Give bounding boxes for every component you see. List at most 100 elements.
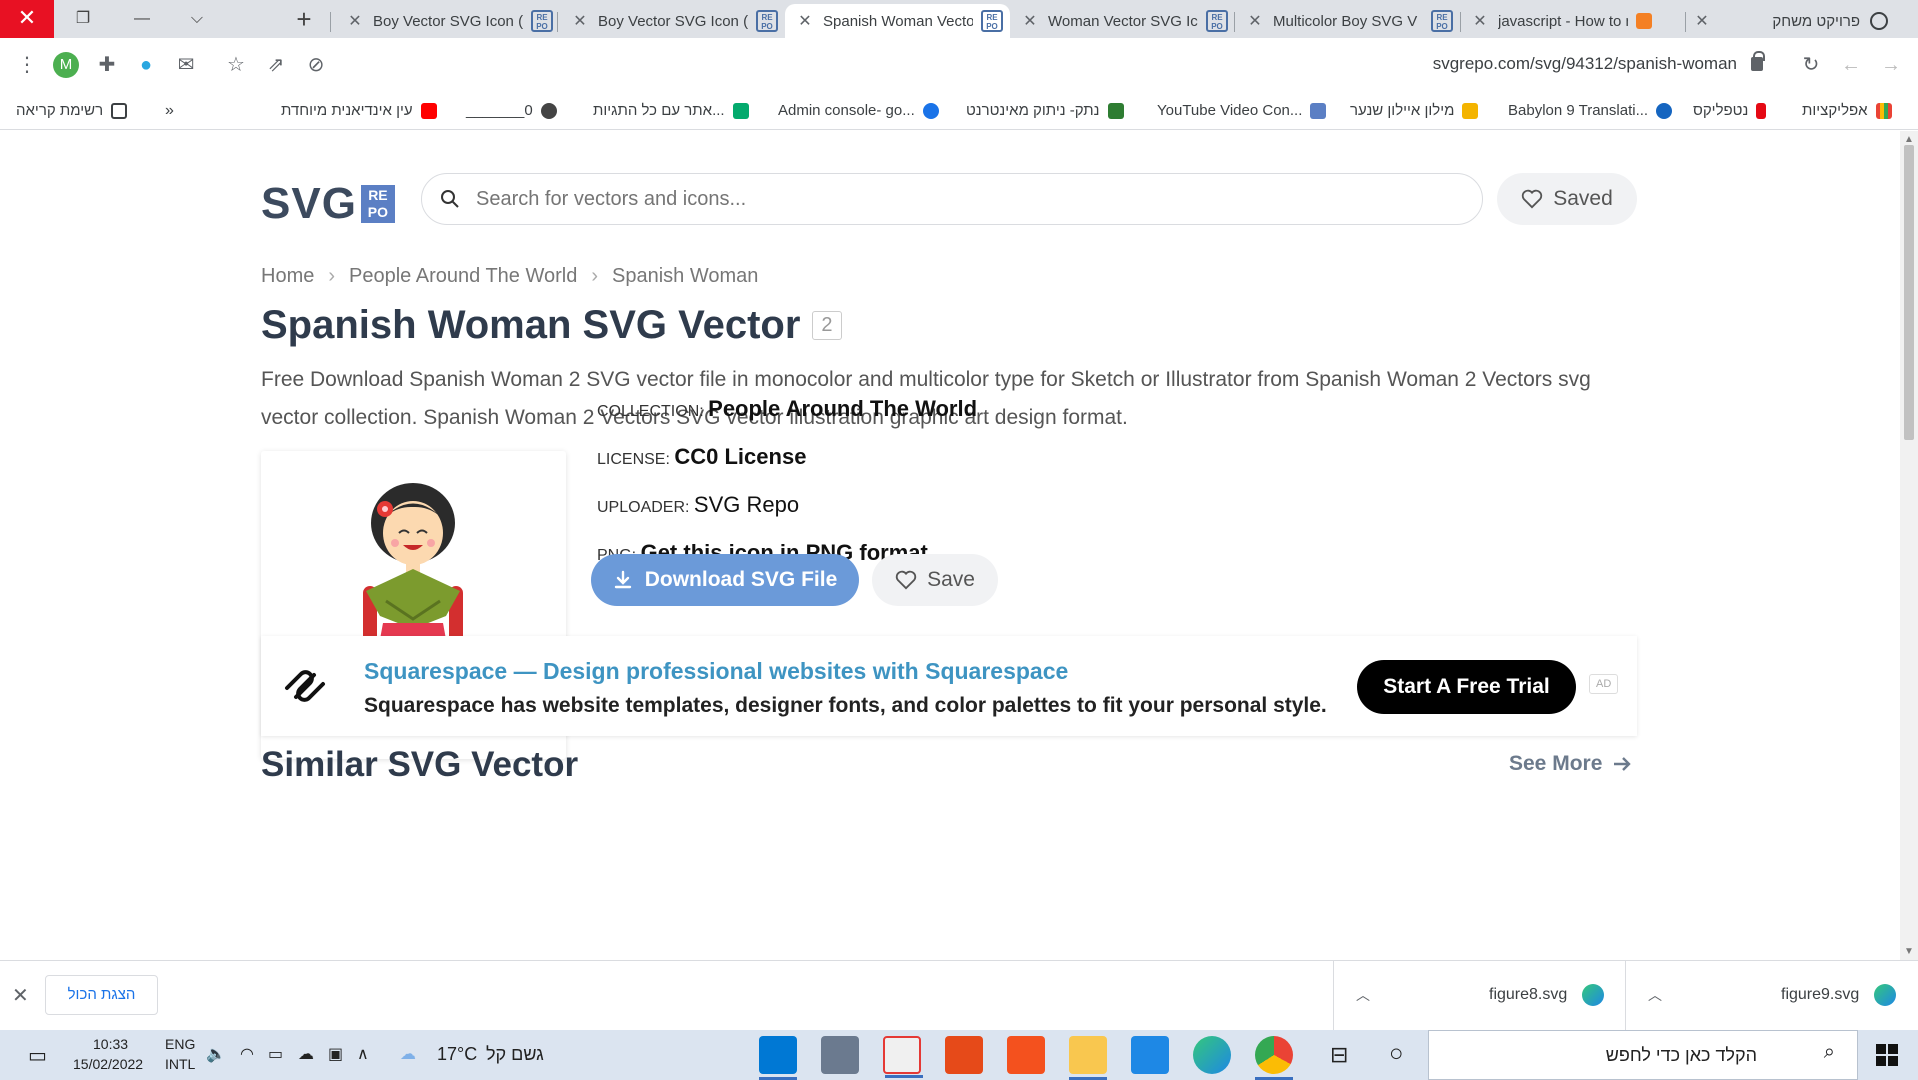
weather-temp[interactable]: 17°C: [437, 1044, 477, 1065]
page-scrollbar[interactable]: ▲ ▼: [1900, 131, 1918, 960]
back-arrow-icon[interactable]: ←: [1838, 52, 1864, 78]
battery-icon[interactable]: ▭: [268, 1044, 283, 1064]
device-icon[interactable]: ▣: [328, 1044, 343, 1064]
close-icon[interactable]: ✕: [570, 11, 590, 31]
weather-icon[interactable]: ☁: [400, 1044, 416, 1064]
powerpoint-app-icon[interactable]: [1007, 1036, 1045, 1074]
forward-arrow-icon[interactable]: →: [1878, 52, 1904, 78]
close-icon[interactable]: ✕: [1692, 11, 1712, 31]
ad-title[interactable]: Squarespace — Design professional websit…: [364, 658, 1068, 685]
volume-icon[interactable]: 🔈: [206, 1044, 226, 1064]
bookmark-star-icon[interactable]: ☆: [223, 52, 249, 78]
bookmark-item[interactable]: נטפליקס: [1693, 102, 1767, 119]
profile-tab-group[interactable]: פרויקט משחק: [1772, 4, 1888, 38]
svgrepo-logo[interactable]: SVG RE PO: [261, 179, 395, 229]
more-bookmarks-button[interactable]: »: [165, 102, 174, 120]
browser-tab[interactable]: ✕ javascript - How to m: [1470, 4, 1652, 38]
address-bar[interactable]: svgrepo.com/svg/94312/spanish-woman: [1433, 51, 1765, 74]
collection-link[interactable]: People Around The World: [708, 396, 977, 421]
vscode-app-icon[interactable]: [759, 1036, 797, 1080]
show-all-downloads-button[interactable]: הצגת הכול: [45, 975, 158, 1015]
close-icon[interactable]: ✕: [795, 11, 815, 31]
save-button[interactable]: Save: [872, 554, 998, 606]
browser-tab[interactable]: ✕ Woman Vector SVG Ic RE PO: [1020, 4, 1228, 38]
browser-tab-active[interactable]: ✕ Spanish Woman Vecto RE PO: [785, 4, 1010, 38]
download-svg-button[interactable]: Download SVG File: [591, 554, 859, 606]
lock-icon[interactable]: [1751, 51, 1765, 71]
page-title: Spanish Woman SVG Vector 2: [261, 303, 842, 348]
clock-date[interactable]: 15/02/2022: [73, 1056, 143, 1072]
language-bottom[interactable]: INTL: [165, 1056, 195, 1072]
close-icon[interactable]: ✕: [1470, 11, 1490, 31]
breadcrumb-collection[interactable]: People Around The World: [349, 265, 577, 288]
office-app-icon[interactable]: [945, 1036, 983, 1074]
cloud-extension-icon[interactable]: ●: [133, 52, 159, 78]
bookmark-item[interactable]: _______0: [466, 102, 557, 119]
uploader-link[interactable]: SVG Repo: [694, 492, 799, 517]
chevron-up-icon[interactable]: ︿: [1648, 985, 1662, 1005]
reload-icon[interactable]: ↻: [1798, 52, 1824, 78]
file-explorer-app-icon[interactable]: [1069, 1036, 1107, 1080]
close-icon[interactable]: ✕: [1245, 11, 1265, 31]
bookmark-reading-list[interactable]: רשימת קריאה: [16, 102, 128, 119]
task-view-icon[interactable]: ⊟: [1330, 1042, 1348, 1068]
hide-eye-icon[interactable]: ⊘: [303, 52, 329, 78]
browser-tab[interactable]: ✕: [1692, 4, 1712, 38]
share-icon[interactable]: ⇗: [263, 52, 289, 78]
cortana-icon[interactable]: ○: [1389, 1040, 1404, 1068]
bookmark-item[interactable]: Admin console- go...: [778, 102, 939, 119]
saved-button[interactable]: Saved: [1497, 173, 1637, 225]
menu-kebab-icon[interactable]: ⋮: [14, 52, 40, 78]
window-restore-button[interactable]: ❐: [56, 0, 110, 38]
download-item[interactable]: ︿ figure8.svg: [1333, 961, 1623, 1031]
window-minimize-button[interactable]: —: [115, 0, 169, 38]
profile-avatar[interactable]: M: [53, 52, 79, 78]
browser-tab[interactable]: ✕ Boy Vector SVG Icon ( RE PO: [570, 4, 778, 38]
see-more-link[interactable]: See More: [1509, 752, 1632, 776]
windows-start-icon[interactable]: [1876, 1044, 1898, 1066]
download-item[interactable]: ︿ figure9.svg: [1625, 961, 1915, 1031]
search-input[interactable]: [476, 187, 1376, 211]
notification-center-icon[interactable]: ▭: [28, 1043, 47, 1068]
bookmark-item[interactable]: אפליקציות: [1802, 102, 1892, 119]
clock-time[interactable]: 10:33: [93, 1036, 128, 1052]
browser-tab[interactable]: ✕ Multicolor Boy SVG V RE PO: [1245, 4, 1453, 38]
edge-app-icon[interactable]: [1193, 1036, 1231, 1074]
scroll-up-icon[interactable]: ▲: [1903, 134, 1915, 145]
language-top[interactable]: ENG: [165, 1036, 195, 1052]
url-text[interactable]: svgrepo.com/svg/94312/spanish-woman: [1433, 54, 1737, 74]
weather-desc[interactable]: גשם קל: [486, 1044, 544, 1065]
calculator-app-icon[interactable]: [821, 1036, 859, 1074]
chrome-app-icon[interactable]: [1255, 1036, 1293, 1080]
paint-app-icon[interactable]: [883, 1036, 923, 1078]
l-app-icon[interactable]: [1131, 1036, 1169, 1074]
bookmark-item[interactable]: אתר עם כל התגיות...: [593, 102, 749, 119]
breadcrumb-current[interactable]: Spanish Woman: [612, 265, 758, 288]
license-link[interactable]: CC0 License: [674, 444, 806, 469]
close-icon[interactable]: ✕: [345, 11, 365, 31]
mail-extension-icon[interactable]: ✉: [173, 52, 199, 78]
close-shelf-icon[interactable]: ✕: [12, 983, 29, 1008]
scrollbar-thumb[interactable]: [1904, 145, 1914, 440]
start-free-trial-button[interactable]: Start A Free Trial: [1357, 660, 1576, 714]
window-close-button[interactable]: ✕: [0, 0, 54, 38]
chevron-up-icon[interactable]: ︿: [1356, 985, 1370, 1005]
bookmark-item[interactable]: עין אינדיאנית מיוחדת: [281, 102, 437, 119]
bookmark-item[interactable]: Babylon 9 Translati...: [1508, 102, 1673, 119]
bookmark-item[interactable]: נתק- ניתוק מאינטרנט: [966, 102, 1124, 119]
extensions-puzzle-icon[interactable]: ✚: [94, 52, 120, 78]
taskbar-search-box[interactable]: הקלד כאן כדי לחפש ⌕: [1428, 1030, 1858, 1080]
search-bar[interactable]: [421, 173, 1483, 225]
wifi-icon[interactable]: ◠: [240, 1044, 254, 1064]
bookmark-item[interactable]: YouTube Video Con...: [1157, 102, 1327, 119]
onedrive-cloud-icon[interactable]: ☁: [298, 1044, 314, 1064]
tab-search-chevron-icon[interactable]: ⌵: [170, 0, 224, 38]
browser-tab[interactable]: ✕ Boy Vector SVG Icon ( RE PO: [345, 4, 553, 38]
ad-banner[interactable]: Squarespace — Design professional websit…: [261, 636, 1637, 736]
chevron-up-icon[interactable]: ∧: [357, 1044, 369, 1064]
bookmark-item[interactable]: מילון איילון שנער: [1350, 102, 1479, 119]
new-tab-button[interactable]: +: [290, 6, 318, 34]
breadcrumb-home[interactable]: Home: [261, 265, 314, 288]
close-icon[interactable]: ✕: [1020, 11, 1040, 31]
scroll-down-icon[interactable]: ▼: [1903, 946, 1915, 957]
